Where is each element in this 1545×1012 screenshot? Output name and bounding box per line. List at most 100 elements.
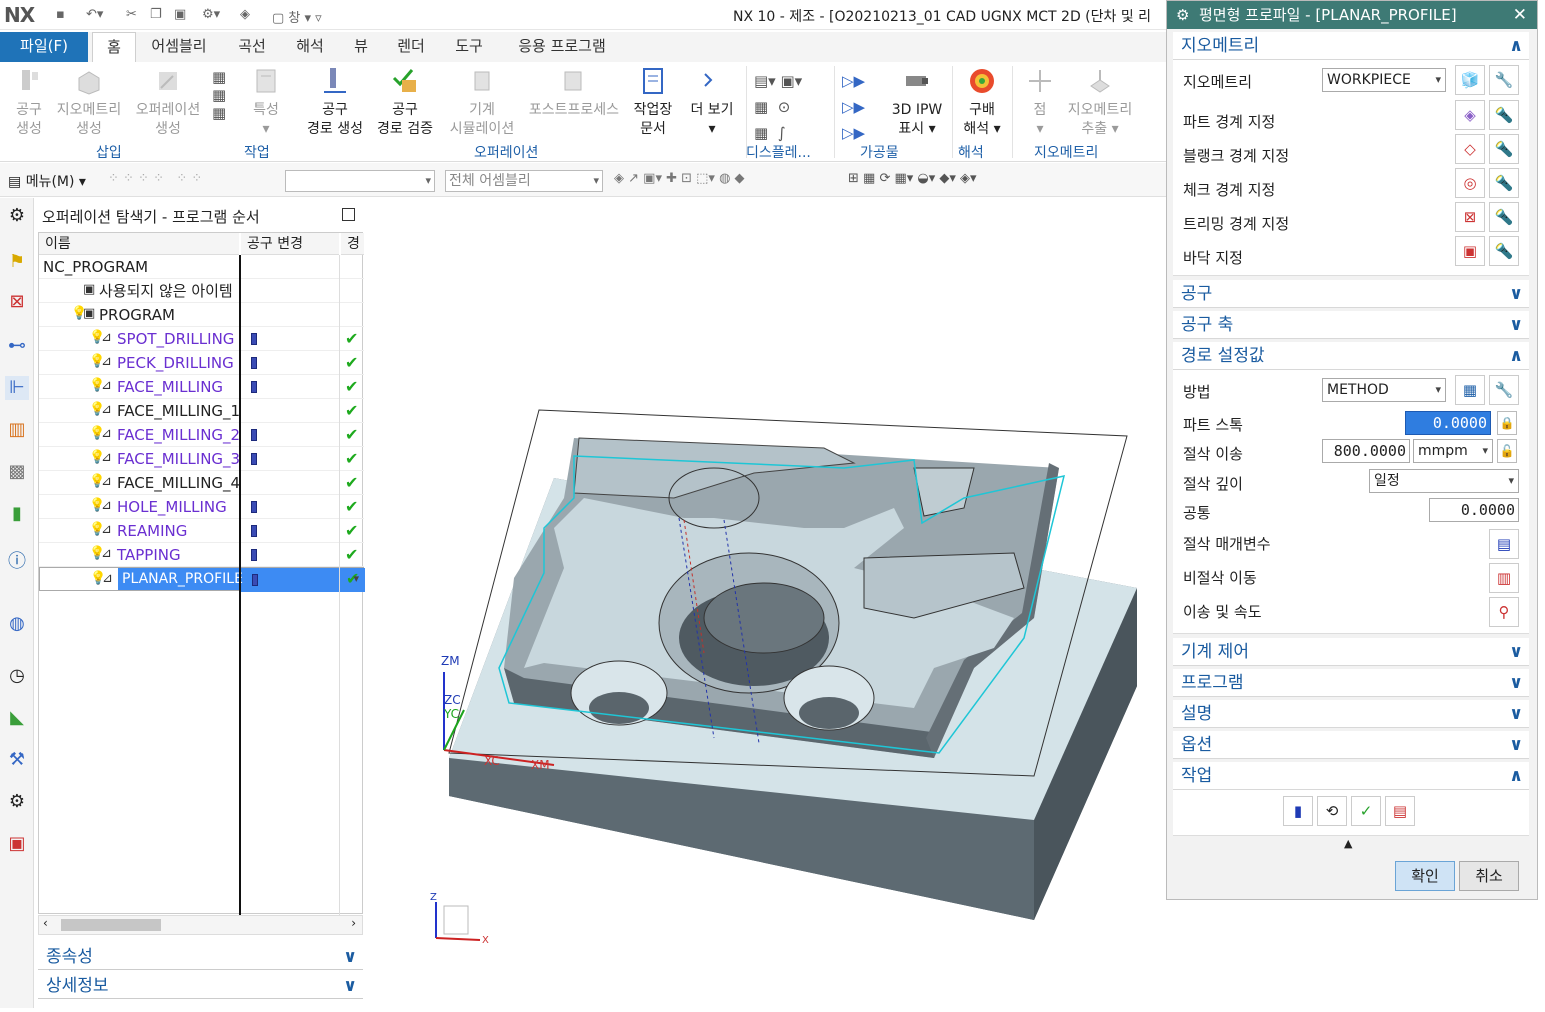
type-filter-dropdown[interactable]: [285, 170, 435, 192]
scroll-thumb[interactable]: [61, 919, 161, 931]
close-icon[interactable]: ✕: [1513, 1, 1527, 29]
section-actions[interactable]: 작업 ∧: [1173, 762, 1529, 790]
navigator-icon[interactable]: ⚑: [5, 250, 29, 274]
new-method-icon[interactable]: ▦: [1455, 375, 1485, 405]
new-geometry-icon[interactable]: 🧊: [1455, 65, 1485, 95]
assembly-filter-dropdown[interactable]: 전체 어셈블리: [445, 170, 603, 192]
3d-ipw-button[interactable]: 3D IPW 표시 ▾: [888, 66, 946, 139]
machine-tool-icon[interactable]: ▥: [5, 418, 29, 442]
cut-depth-select[interactable]: 일정: [1369, 469, 1519, 493]
properties-button[interactable]: 특성 ▾: [244, 66, 288, 139]
blank-boundary-icon[interactable]: ◇: [1455, 134, 1485, 164]
feed-unit-select[interactable]: mmpm: [1413, 439, 1493, 463]
settings-icon[interactable]: ⚙: [5, 204, 29, 228]
details-panel[interactable]: 상세정보: [38, 973, 363, 999]
show-check-boundary-icon[interactable]: 🔦: [1489, 168, 1519, 198]
view-icons[interactable]: ⊞ ▦ ⟳ ▦▾ ◒▾ ◆▾ ◈▾: [848, 171, 977, 186]
operation-row[interactable]: 💡 ⊿ PLANAR_PROFILE ✔: [39, 567, 365, 592]
process-studio-icon[interactable]: ◣: [5, 706, 29, 730]
common-input[interactable]: 0.0000: [1429, 498, 1519, 522]
web-icon[interactable]: ◍: [5, 612, 29, 636]
column-path[interactable]: 경: [341, 233, 364, 255]
operation-row[interactable]: 💡 ⊿ FACE_MILLING ✔: [39, 375, 364, 399]
extract-geometry-button[interactable]: 지오메트리 추출 ▾: [1062, 66, 1138, 139]
operation-row[interactable]: 💡 ▣ PROGRAM: [39, 303, 364, 327]
tab-curve[interactable]: 곡선: [226, 32, 278, 62]
operation-row[interactable]: 💡 ⊿ SPOT_DRILLING ✔: [39, 327, 364, 351]
operation-row[interactable]: 💡 ⊿ FACE_MILLING_3 ✔: [39, 447, 364, 471]
method-select[interactable]: METHOD: [1322, 378, 1446, 402]
operation-row[interactable]: NC_PROGRAM: [39, 255, 364, 279]
feed-input[interactable]: 800.0000: [1322, 439, 1410, 463]
menu-button[interactable]: ▤ 메뉴(M) ▾: [8, 171, 86, 191]
column-name[interactable]: 이름: [39, 233, 239, 255]
selection-icons[interactable]: ⁘ ⁘ ⁘ ⁘ ⁘ ⁘: [108, 171, 202, 186]
maximize-icon[interactable]: [342, 208, 355, 221]
machine-simulation-button[interactable]: 기계 시뮬레이션: [444, 66, 520, 139]
replay-icon[interactable]: ⟲: [1317, 796, 1347, 826]
snap-icons[interactable]: ◈ ↗ ▣▾ ✚ ⊡ ⬚▾ ◍ ◆: [614, 171, 745, 186]
operation-navigator-icon[interactable]: ⊩: [5, 376, 29, 400]
window-menu[interactable]: ▢ 창 ▾ ▿: [272, 7, 322, 26]
operation-row[interactable]: 💡 ⊿ FACE_MILLING_2 ✔: [39, 423, 364, 447]
section-options[interactable]: 옵션 ∨: [1173, 731, 1529, 759]
collapse-arrow-icon[interactable]: ▲: [1344, 837, 1352, 850]
generate-toolpath-button[interactable]: 공구 경로 생성: [302, 66, 368, 139]
small-icon-stack[interactable]: ▦ ▦ ▦: [212, 68, 226, 122]
scroll-right-icon[interactable]: ›: [351, 916, 356, 930]
horizontal-scrollbar[interactable]: ‹ ›: [38, 915, 363, 935]
tab-application[interactable]: 응용 프로그램: [504, 32, 620, 62]
show-part-boundary-icon[interactable]: 🔦: [1489, 100, 1519, 130]
tab-view[interactable]: 뷰: [344, 32, 378, 62]
show-blank-boundary-icon[interactable]: 🔦: [1489, 134, 1519, 164]
system-icon[interactable]: ⚙: [5, 790, 29, 814]
edit-method-icon[interactable]: 🔧: [1489, 375, 1519, 405]
generate-icon[interactable]: ▮: [1283, 796, 1313, 826]
library-icon[interactable]: ▩: [5, 460, 29, 484]
cut-icon[interactable]: ✂: [126, 7, 137, 22]
paste-icon[interactable]: ▣: [174, 7, 186, 22]
undo-icon[interactable]: ↶▾: [86, 7, 103, 22]
section-machine-control[interactable]: 기계 제어 ∨: [1173, 638, 1529, 666]
tab-analysis[interactable]: 해석: [284, 32, 336, 62]
edit-geometry-icon[interactable]: 🔧: [1489, 65, 1519, 95]
tab-home[interactable]: 홈: [92, 32, 136, 62]
verify-toolpath-button[interactable]: 공구 경로 검증: [372, 66, 438, 139]
info-icon[interactable]: ⓘ: [5, 550, 29, 574]
show-trim-boundary-icon[interactable]: 🔦: [1489, 202, 1519, 232]
save-icon[interactable]: ▪: [56, 7, 65, 22]
lock-icon[interactable]: 🔒: [1497, 411, 1517, 435]
part-stock-input[interactable]: 0.0000: [1405, 411, 1491, 435]
more-button[interactable]: 더 보기 ▾: [684, 66, 740, 139]
copy-icon[interactable]: ❐: [150, 7, 162, 22]
cancel-button[interactable]: 취소: [1459, 861, 1519, 891]
ok-button[interactable]: 확인: [1395, 861, 1455, 891]
section-geometry[interactable]: 지오메트리 ∧: [1173, 32, 1529, 60]
operation-row[interactable]: 💡 ⊿ FACE_MILLING_1 ✔: [39, 399, 364, 423]
operation-row[interactable]: 💡 ⊿ FACE_MILLING_4 ✔: [39, 471, 364, 495]
tab-render[interactable]: 렌더: [388, 32, 434, 62]
dependencies-panel[interactable]: 종속성: [38, 944, 363, 970]
show-floor-icon[interactable]: 🔦: [1489, 236, 1519, 266]
display-icons[interactable]: ▤▾ ▣▾ ▦ ⊙ ▦ ∫: [754, 68, 802, 146]
roles-icon[interactable]: ⚒: [5, 748, 29, 772]
list-icon[interactable]: ▤: [1385, 796, 1415, 826]
constraint-icon[interactable]: ⊠: [5, 290, 29, 314]
tab-tools[interactable]: 도구: [446, 32, 492, 62]
column-tool-change[interactable]: 공구 변경: [241, 233, 339, 255]
trim-boundary-icon[interactable]: ⊠: [1455, 202, 1485, 232]
shop-document-button[interactable]: 작업장 문서: [628, 66, 678, 139]
file-menu[interactable]: 파일(F): [0, 32, 88, 62]
scroll-left-icon[interactable]: ‹: [43, 916, 48, 930]
verify-icon[interactable]: ✓: [1351, 796, 1381, 826]
check-boundary-icon[interactable]: ◎: [1455, 168, 1485, 198]
feeds-speeds-icon[interactable]: ⚲: [1489, 597, 1519, 627]
draft-analysis-button[interactable]: 구배 해석 ▾: [958, 66, 1006, 139]
geometry-select[interactable]: WORKPIECE: [1322, 68, 1446, 92]
workpiece-icons[interactable]: ▷▶ ▷▶ ▷▶: [842, 68, 865, 146]
section-program[interactable]: 프로그램 ∨: [1173, 669, 1529, 697]
command-icon[interactable]: ⚙▾: [202, 7, 220, 22]
non-cut-icon[interactable]: ▥: [1489, 563, 1519, 593]
postprocess-button[interactable]: 포스트프로세스: [524, 66, 624, 120]
operation-row[interactable]: 💡 ⊿ PECK_DRILLING ✔: [39, 351, 364, 375]
